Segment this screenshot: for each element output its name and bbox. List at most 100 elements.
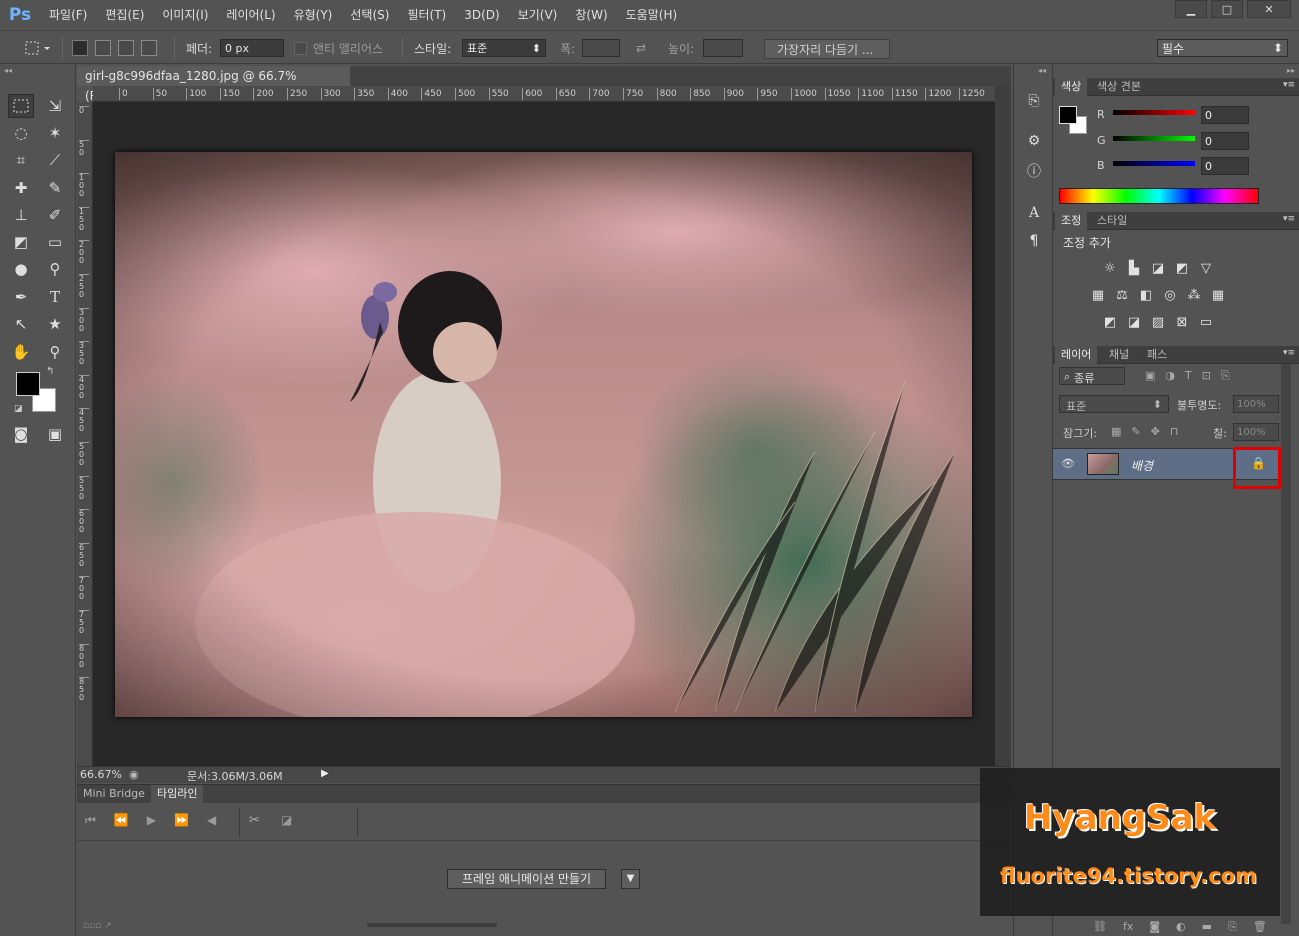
play-icon[interactable]: ▶	[147, 813, 156, 828]
tab-mini-bridge[interactable]: Mini Bridge	[77, 785, 151, 803]
curves-icon[interactable]: ◪	[1149, 260, 1167, 276]
delete-layer-icon[interactable]: 🗑	[1253, 920, 1267, 934]
smart-object-filter-icon[interactable]: ⎘	[1221, 369, 1230, 383]
g-slider[interactable]	[1113, 136, 1195, 141]
fill-input[interactable]: 100%	[1233, 423, 1279, 441]
r-input[interactable]: 0	[1201, 106, 1249, 124]
r-slider[interactable]	[1113, 110, 1195, 115]
properties-panel-icon[interactable]: ⚙	[1022, 130, 1046, 152]
new-adjustment-icon[interactable]: ◐	[1176, 920, 1186, 934]
pen-tool-icon[interactable]: ✒	[8, 285, 34, 309]
threshold-icon[interactable]: ▨	[1149, 314, 1167, 330]
audio-icon[interactable]: ◀	[207, 813, 216, 828]
layer-filter-select[interactable]: ⌕ 종류	[1059, 367, 1125, 385]
status-menu-arrow-icon[interactable]: ▶	[321, 768, 329, 779]
layers-scrollbar[interactable]	[1281, 364, 1291, 924]
dodge-tool-icon[interactable]: ⚲	[42, 257, 68, 281]
path-selection-tool-icon[interactable]: ↖	[8, 312, 34, 336]
gradient-tool-icon[interactable]: ▭	[42, 230, 68, 254]
panel-menu-icon[interactable]: ▾≡	[1283, 80, 1295, 90]
color-balance-icon[interactable]: ⚖	[1113, 287, 1131, 303]
menu-type[interactable]: 유형(Y)	[285, 0, 342, 30]
eyedropper-tool-icon[interactable]: ⟋	[42, 148, 68, 172]
tab-color[interactable]: 색상	[1055, 78, 1088, 96]
intersect-selection-icon[interactable]	[141, 40, 157, 56]
posterize-icon[interactable]: ◪	[1125, 314, 1143, 330]
swap-icon[interactable]: ⇄	[636, 39, 646, 57]
clone-stamp-tool-icon[interactable]: ⊥	[8, 203, 34, 227]
new-layer-icon[interactable]: ⎘	[1228, 920, 1237, 934]
layer-name[interactable]: 배경	[1131, 457, 1153, 474]
lock-all-icon[interactable]: ⊓	[1170, 425, 1179, 438]
next-frame-icon[interactable]: ⏩	[174, 813, 189, 828]
screen-mode-icon[interactable]: ▣	[42, 422, 68, 446]
exposure-icon[interactable]: ◩	[1173, 260, 1191, 276]
tab-adjustments[interactable]: 조정	[1055, 212, 1088, 230]
panel-menu-icon[interactable]: ▾≡	[1283, 214, 1295, 224]
eye-icon[interactable]: 👁	[1061, 457, 1075, 470]
channel-mixer-icon[interactable]: ⁂	[1185, 287, 1203, 303]
menu-help[interactable]: 도움말(H)	[617, 0, 687, 30]
crop-tool-icon[interactable]: ⌗	[8, 148, 34, 172]
b-slider[interactable]	[1113, 161, 1195, 166]
lock-position-icon[interactable]: ✥	[1151, 425, 1160, 438]
menu-3d[interactable]: 3D(D)	[455, 0, 508, 30]
first-frame-icon[interactable]: ⏮	[85, 813, 96, 828]
menu-filter[interactable]: 필터(T)	[398, 0, 455, 30]
healing-brush-tool-icon[interactable]: ✚	[8, 176, 34, 200]
fx-icon[interactable]: fx	[1123, 920, 1133, 934]
magic-wand-tool-icon[interactable]: ✶	[42, 121, 68, 145]
hue-saturation-icon[interactable]: ▦	[1089, 287, 1107, 303]
new-group-icon[interactable]: ▬	[1202, 920, 1212, 934]
document-tab[interactable]: girl-g8c996dfaa_1280.jpg @ 66.7% (RGB/8#…	[77, 66, 350, 103]
panel-menu-icon[interactable]: ▾≡	[1283, 348, 1295, 358]
restore-button[interactable]: □	[1211, 0, 1243, 18]
collapse-arrows-icon[interactable]: ◂◂	[1038, 66, 1046, 75]
shape-filter-icon[interactable]: ⊡	[1202, 369, 1211, 383]
tab-timeline[interactable]: 타임라인	[151, 785, 204, 803]
brightness-icon[interactable]: ☼	[1101, 260, 1119, 276]
swap-colors-icon[interactable]: ↰	[46, 366, 54, 377]
zoom-slider[interactable]	[367, 923, 497, 927]
blend-mode-select[interactable]: 표준 ⬍	[1059, 395, 1169, 413]
color-lookup-icon[interactable]: ▦	[1209, 287, 1227, 303]
quick-mask-icon[interactable]: ◙	[8, 422, 34, 446]
subtract-selection-icon[interactable]	[118, 40, 134, 56]
photo-filter-icon[interactable]: ◎	[1161, 287, 1179, 303]
status-options-icon[interactable]: ◉	[129, 768, 139, 781]
width-input[interactable]	[582, 39, 620, 57]
lock-pixels-icon[interactable]: ✎	[1131, 425, 1140, 438]
adjustment-filter-icon[interactable]: ◑	[1165, 369, 1175, 383]
transition-icon[interactable]: ◪	[281, 813, 292, 827]
menu-layer[interactable]: 레이어(L)	[217, 0, 284, 30]
lock-transparent-icon[interactable]: ▦	[1111, 425, 1121, 438]
brush-tool-icon[interactable]: ✎	[42, 176, 68, 200]
rect-marquee-tool-icon[interactable]	[8, 94, 34, 118]
character-panel-icon[interactable]: A	[1022, 202, 1046, 224]
workspace-select[interactable]: 필수 ⬍	[1157, 39, 1288, 57]
tab-layers[interactable]: 레이어	[1055, 346, 1098, 364]
refine-edge-button[interactable]: 가장자리 다듬기 ...	[764, 39, 890, 59]
black-white-icon[interactable]: ◧	[1137, 287, 1155, 303]
g-input[interactable]: 0	[1201, 132, 1249, 150]
levels-icon[interactable]: ▙	[1125, 260, 1143, 276]
expand-arrows-icon[interactable]: ▸▸	[1287, 66, 1295, 75]
history-brush-tool-icon[interactable]: ✐	[42, 203, 68, 227]
create-frame-animation-button[interactable]: 프레임 애니메이션 만들기	[447, 869, 607, 889]
menu-edit[interactable]: 편집(E)	[96, 0, 153, 30]
vibrance-icon[interactable]: ▽	[1197, 260, 1215, 276]
invert-icon[interactable]: ◩	[1101, 314, 1119, 330]
minimize-button[interactable]: ▁	[1175, 0, 1207, 18]
prev-frame-icon[interactable]: ⏪	[114, 813, 129, 828]
hand-tool-icon[interactable]: ✋	[8, 340, 34, 364]
menu-select[interactable]: 선택(S)	[341, 0, 398, 30]
custom-shape-tool-icon[interactable]: ★	[42, 312, 68, 336]
lasso-tool-icon[interactable]: ◌	[8, 121, 34, 145]
blur-tool-icon[interactable]: ●	[8, 257, 34, 281]
collapse-arrows-icon[interactable]: ◂◂	[4, 66, 12, 75]
menu-image[interactable]: 이미지(I)	[153, 0, 217, 30]
add-selection-icon[interactable]	[95, 40, 111, 56]
link-layers-icon[interactable]: ⛓	[1093, 920, 1107, 934]
menu-view[interactable]: 보기(V)	[509, 0, 567, 30]
new-selection-icon[interactable]	[72, 40, 88, 56]
